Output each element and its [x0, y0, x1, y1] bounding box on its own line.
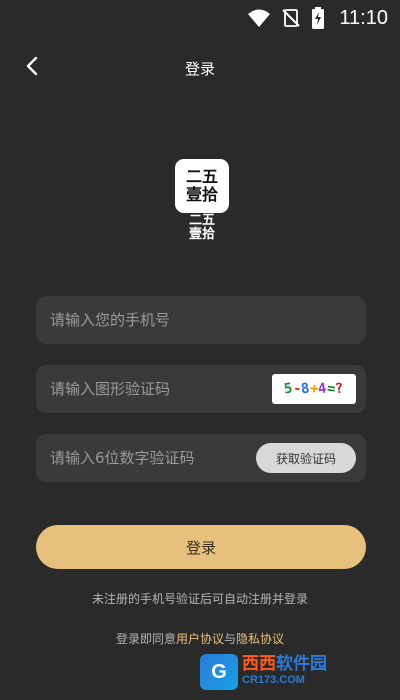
login-button[interactable]: 登录	[36, 525, 366, 569]
agreement-text: 登录即同意用户协议与隐私协议	[0, 630, 400, 647]
agreement-prefix: 登录即同意	[115, 632, 176, 646]
chevron-left-icon	[25, 56, 39, 80]
privacy-agreement-link[interactable]: 隐私协议	[236, 632, 284, 646]
captcha-image-text: 5-8+4=?	[283, 380, 345, 398]
watermark-text: 西西软件园 CR173.COM	[242, 656, 327, 688]
logo-caption: 二五 壹拾	[175, 214, 229, 242]
logo-caption-line-1: 二五	[188, 213, 215, 228]
page-title: 登录	[184, 59, 215, 78]
get-code-button[interactable]: 获取验证码	[256, 443, 356, 473]
captcha-image[interactable]: 5-8+4=?	[272, 374, 356, 404]
captcha-field-container: 5-8+4=?	[36, 365, 366, 413]
status-bar: 11:10	[0, 0, 400, 36]
captcha-input[interactable]	[50, 380, 250, 398]
watermark-title: 西西软件园	[242, 654, 327, 674]
status-time: 11:10	[339, 6, 388, 29]
user-agreement-link[interactable]: 用户协议	[176, 632, 224, 646]
sms-code-input[interactable]	[50, 449, 250, 467]
watermark-domain: CR173.COM	[242, 674, 305, 686]
site-watermark: G 西西软件园 CR173.COM	[200, 650, 390, 694]
watermark-title-part-2: 软件园	[276, 654, 327, 674]
captcha-char: ?	[334, 380, 345, 398]
agreement-and: 与	[224, 632, 237, 646]
sms-code-field-container: 获取验证码	[36, 434, 366, 482]
watermark-title-part-1: 西西	[242, 654, 276, 674]
battery-charging-icon	[311, 7, 325, 29]
no-signal-icon	[281, 8, 301, 28]
logo-caption-line-2: 壹拾	[188, 227, 215, 242]
logo-line-1: 二五	[185, 167, 218, 186]
register-hint: 未注册的手机号验证后可自动注册并登录	[91, 592, 308, 606]
logo-line-2: 壹拾	[185, 185, 218, 204]
app-logo: 二五 壹拾	[175, 159, 229, 213]
nav-bar: 登录	[0, 44, 400, 92]
back-button[interactable]	[18, 54, 46, 82]
phone-input[interactable]	[50, 311, 250, 329]
watermark-badge: G	[200, 654, 238, 690]
phone-field-container	[36, 296, 366, 344]
wifi-icon	[247, 8, 271, 28]
